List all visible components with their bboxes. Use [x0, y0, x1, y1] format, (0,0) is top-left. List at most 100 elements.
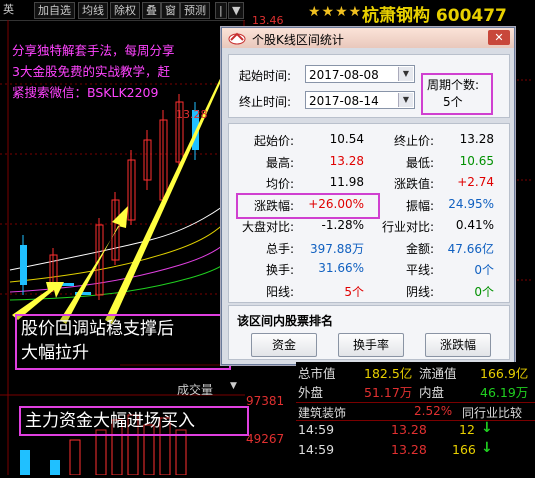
- stat-label: 涨跌值:: [393, 177, 434, 191]
- stat-label: 涨跌幅:: [253, 198, 294, 213]
- stat-label: 均价:: [265, 177, 294, 191]
- stat-value: +2.74: [457, 175, 494, 189]
- toolbar-more-icon[interactable]: ▼: [228, 2, 245, 19]
- stat-value: 31.66%: [318, 261, 364, 275]
- chart-high-label: 13.28: [176, 108, 208, 121]
- annotation-box-capital: 主力资金大幅进场买入: [19, 406, 249, 436]
- annotation-box-rebound: 股价回调站稳支撑后 大幅拉升: [15, 314, 231, 370]
- divider: [296, 402, 535, 403]
- stat-label: 终止价:: [393, 134, 434, 148]
- toolbar-moving-average[interactable]: 均线: [78, 2, 108, 19]
- annotation-capital-text: 主力资金大幅进场买入: [25, 411, 195, 431]
- right-strip-lines: [517, 79, 533, 281]
- chevron-down-icon[interactable]: ▼: [398, 67, 413, 81]
- top-price-label: 13.46: [252, 14, 284, 27]
- ranking-section: 该区间内股票排名 资金 换手率 涨跌幅: [228, 305, 510, 360]
- start-time-label: 起始时间:: [239, 69, 292, 83]
- market-cap-label: 总市值: [298, 366, 336, 381]
- chart-toolbar: 英 加自选 均线 除权 叠 窗 预测 | ▼: [0, 0, 245, 21]
- toolbar-overlay[interactable]: 叠: [142, 2, 161, 19]
- industry-change: 2.52%: [414, 404, 453, 418]
- toolbar-add-favorite[interactable]: 加自选: [34, 2, 75, 19]
- time-range-section: 起始时间: 2017-08-08 ▼ 终止时间: 2017-08-14 ▼ 周期…: [228, 54, 510, 118]
- interval-stats-dialog: 个股K线区间统计 ✕ 起始时间: 2017-08-08 ▼ 终止时间: 2017…: [221, 27, 515, 365]
- stat-label: 平线:: [405, 263, 434, 277]
- end-time-select[interactable]: 2017-08-14 ▼: [305, 91, 415, 109]
- volume-value-1: 97381: [246, 394, 285, 408]
- trade-time: 14:59: [298, 442, 335, 457]
- down-arrow-icon: ↓: [481, 420, 493, 436]
- promo-line-3: 紧搜索微信：BSKLK2209: [12, 85, 159, 100]
- volume-label: 成交量: [177, 383, 214, 397]
- trade-volume: 12: [459, 422, 475, 437]
- rating-stars: ★★★★: [308, 4, 363, 20]
- stat-label: 阴线:: [405, 284, 434, 299]
- promo-line-2: 3大金股免费的实战教学，赶: [12, 64, 170, 79]
- inner-volume-label: 内盘: [419, 385, 445, 400]
- market-cap-value: 182.5亿: [364, 366, 413, 381]
- trade-time: 14:59: [298, 422, 335, 437]
- end-time-value: 2017-08-14: [309, 94, 379, 108]
- stock-name: 杭萧钢构 600477: [362, 6, 507, 26]
- stat-value: 47.66亿: [447, 241, 494, 256]
- promo-line-1: 分享独特解套手法，每周分享: [12, 43, 175, 58]
- dialog-app-icon: [228, 32, 246, 45]
- stat-value: 0个: [474, 263, 494, 277]
- industry-label[interactable]: 建筑装饰: [298, 404, 346, 421]
- trade-price: 13.28: [391, 442, 427, 457]
- period-count-value: 5个: [443, 95, 463, 109]
- right-price-strip: [513, 20, 535, 362]
- trade-volume: 166: [452, 442, 476, 457]
- industry-compare-link[interactable]: 同行业比较: [462, 404, 522, 421]
- dialog-title: 个股K线区间统计: [252, 33, 344, 47]
- start-time-value: 2017-08-08: [309, 68, 379, 82]
- stat-label: 振幅:: [405, 198, 434, 213]
- inner-volume-value: 46.19万: [480, 385, 529, 400]
- trade-price: 13.28: [391, 422, 427, 437]
- ranking-title: 该区间内股票排名: [237, 314, 334, 328]
- rank-by-change-button[interactable]: 涨跌幅: [425, 333, 491, 357]
- float-cap-label: 流通值: [419, 366, 457, 381]
- toolbar-separator-icon: |: [215, 2, 227, 19]
- stat-value: 11.98: [329, 175, 364, 189]
- stat-value: 0.41%: [455, 218, 494, 232]
- chevron-down-icon[interactable]: ▼: [398, 93, 413, 107]
- dialog-title-bar[interactable]: 个股K线区间统计 ✕: [222, 28, 514, 48]
- stat-value: +26.00%: [308, 196, 364, 211]
- volume-value-2: 49267: [246, 432, 285, 446]
- rank-by-capital-button[interactable]: 资金: [251, 333, 317, 357]
- stat-value: 10.54: [329, 132, 364, 146]
- annotation-rebound-line-1: 股价回调站稳支撑后: [21, 319, 174, 339]
- stat-label: 总手:: [265, 241, 294, 256]
- outer-volume-label: 外盘: [298, 385, 324, 400]
- stat-label: 金额:: [405, 241, 434, 256]
- toolbar-forecast[interactable]: 预测: [180, 2, 210, 19]
- quote-panel: 总市值 182.5亿 流通值 166.9亿 外盘 51.17万 内盘 46.19…: [296, 362, 535, 475]
- start-time-select[interactable]: 2017-08-08 ▼: [305, 65, 415, 83]
- toolbar-ex-rights[interactable]: 除权: [110, 2, 140, 19]
- stat-value: 13.28: [459, 132, 494, 146]
- period-count-label: 周期个数:: [427, 78, 480, 92]
- float-cap-value: 166.9亿: [480, 366, 529, 381]
- end-time-label: 终止时间:: [239, 95, 292, 109]
- divider: [296, 420, 535, 421]
- rank-by-turnover-button[interactable]: 换手率: [338, 333, 404, 357]
- volume-dropdown-icon[interactable]: ▼: [230, 381, 237, 391]
- stat-value: 397.88万: [310, 241, 364, 256]
- stat-label: 最高:: [265, 155, 294, 170]
- dialog-close-button[interactable]: ✕: [488, 30, 510, 45]
- stat-label: 最低:: [405, 155, 434, 170]
- toolbar-window[interactable]: 窗: [161, 2, 180, 19]
- outer-volume-value: 51.17万: [364, 385, 413, 400]
- stat-label: 阳线:: [265, 284, 294, 299]
- stat-value: 13.28: [329, 153, 364, 168]
- stat-label: 起始价:: [253, 134, 294, 148]
- stat-value: 5个: [344, 284, 364, 299]
- stat-value: -1.28%: [321, 218, 364, 232]
- stat-value: 10.65: [459, 153, 494, 168]
- stat-label: 换手:: [265, 263, 294, 277]
- toolbar-item-0[interactable]: 英: [0, 2, 17, 17]
- stat-value: 0个: [474, 284, 494, 299]
- stat-label: 行业对比:: [381, 220, 434, 234]
- annotation-rebound-line-2: 大幅拉升: [21, 343, 89, 363]
